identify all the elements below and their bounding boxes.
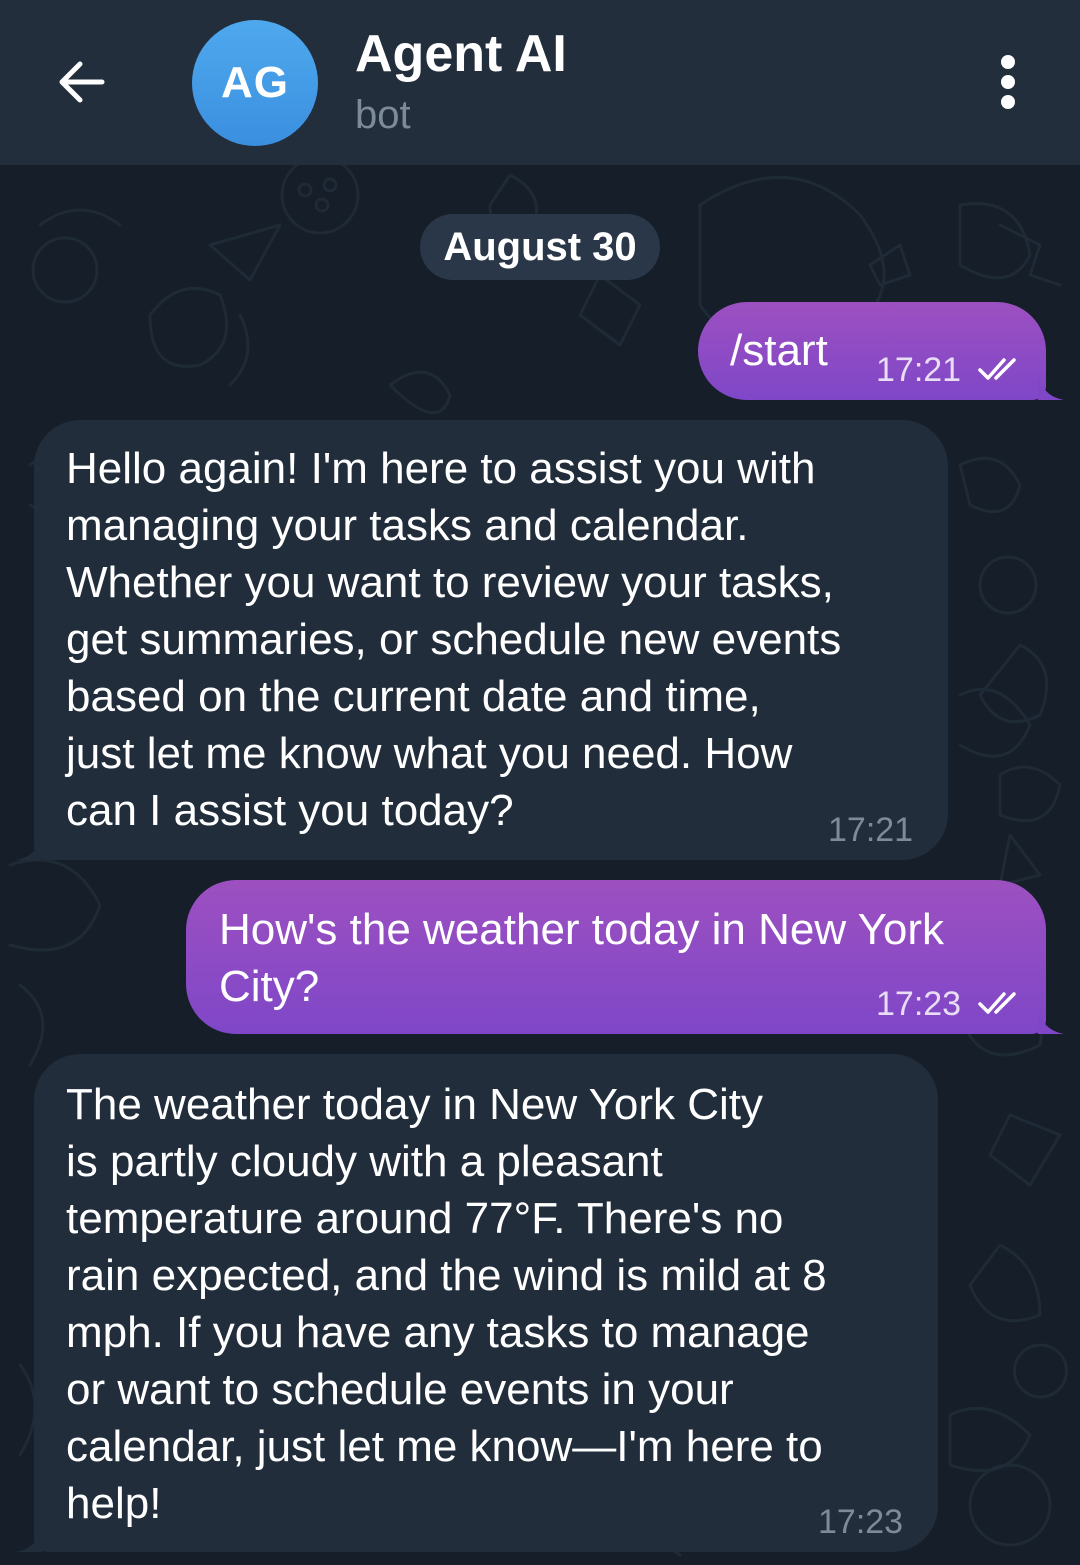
avatar-initials: AG bbox=[221, 58, 289, 107]
message-time: 17:21 bbox=[876, 351, 962, 389]
chat-header: AG Agent AI bot bbox=[0, 0, 1080, 165]
more-menu-button[interactable] bbox=[982, 50, 1034, 114]
date-separator: August 30 bbox=[420, 214, 660, 280]
message-bubble-incoming[interactable]: Hello again! I'm here to assist you with… bbox=[34, 420, 948, 860]
message-time: 17:23 bbox=[818, 1503, 904, 1541]
double-check-icon bbox=[978, 992, 1016, 1014]
message-text: How's the weather today in New York City… bbox=[219, 905, 945, 1011]
message-bubble-outgoing[interactable]: How's the weather today in New York City… bbox=[186, 880, 1046, 1034]
chat-title[interactable]: Agent AI bbox=[355, 24, 567, 84]
message-bubble-incoming[interactable]: The weather today in New York City is pa… bbox=[34, 1054, 938, 1552]
bubble-tail bbox=[1038, 1008, 1064, 1034]
chat-subtitle: bot bbox=[355, 93, 411, 137]
message-time: 17:23 bbox=[876, 985, 962, 1023]
avatar[interactable]: AG bbox=[192, 20, 318, 146]
more-vertical-icon bbox=[1001, 55, 1015, 109]
back-button[interactable] bbox=[48, 48, 116, 116]
bubble-tail bbox=[1038, 374, 1064, 400]
message-time: 17:21 bbox=[828, 811, 914, 849]
bubble-tail bbox=[16, 1526, 42, 1552]
message-text: The weather today in New York City is pa… bbox=[66, 1080, 827, 1528]
double-check-icon bbox=[978, 358, 1016, 380]
message-bubble-outgoing[interactable]: /start 17:21 bbox=[698, 302, 1046, 400]
message-text: Hello again! I'm here to assist you with… bbox=[66, 444, 842, 835]
bubble-tail bbox=[16, 834, 42, 860]
date-label: August 30 bbox=[443, 224, 637, 269]
arrow-left-icon bbox=[59, 61, 105, 103]
message-text: /start bbox=[730, 326, 828, 375]
